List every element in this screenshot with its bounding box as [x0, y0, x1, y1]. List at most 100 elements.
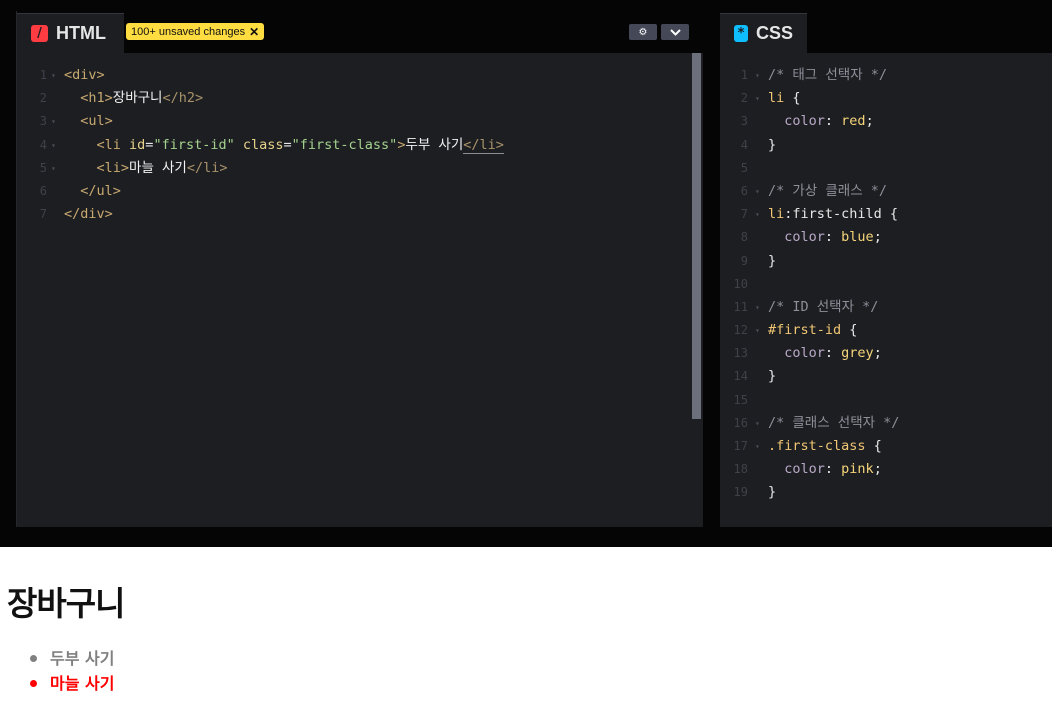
- code-line[interactable]: 2 <h1>장바구니</h2>: [17, 87, 703, 110]
- fold-arrow-icon[interactable]: ▾: [51, 64, 56, 87]
- code-token: <li: [96, 136, 130, 153]
- code-text: <li id="first-id" class="first-class">두부…: [64, 134, 504, 157]
- code-token: li: [768, 90, 785, 107]
- code-token: color: [784, 345, 825, 362]
- line-number: 1: [39, 68, 47, 82]
- collapse-panel-button[interactable]: [661, 24, 689, 40]
- line-number: 4: [740, 137, 748, 152]
- html-tab[interactable]: / HTML: [17, 13, 124, 53]
- code-token: =: [283, 136, 292, 153]
- fold-arrow-icon[interactable]: ▾: [755, 296, 760, 319]
- code-line[interactable]: 4 ▾ <li id="first-id" class="first-class"…: [17, 134, 703, 157]
- code-line[interactable]: 19}: [720, 481, 1052, 504]
- code-token: grey: [841, 345, 874, 362]
- fold-arrow-icon[interactable]: ▾: [51, 110, 56, 133]
- code-token: :: [824, 461, 842, 478]
- fold-arrow-icon[interactable]: ▾: [755, 435, 760, 458]
- resize-handle[interactable]: [0, 527, 1052, 547]
- fold-arrow-icon[interactable]: ▾: [755, 319, 760, 342]
- code-token: 두부 사기: [405, 136, 464, 153]
- code-token: </ul>: [80, 182, 121, 199]
- code-token: }: [768, 368, 777, 385]
- code-line[interactable]: 4}: [720, 134, 1052, 157]
- code-text: #first-id {: [768, 319, 857, 342]
- code-token: ;: [865, 113, 874, 130]
- code-line[interactable]: 7 ▾ li:first-child {: [720, 203, 1052, 226]
- line-number: 15: [733, 392, 748, 407]
- code-text: li:first-child {: [768, 203, 898, 226]
- fold-arrow-icon[interactable]: ▾: [51, 157, 56, 180]
- fold-arrow-icon[interactable]: ▾: [755, 87, 760, 110]
- code-token: <h1>: [80, 90, 113, 107]
- fold-arrow-icon[interactable]: ▾: [755, 180, 760, 203]
- code-text: <div>: [64, 64, 105, 87]
- code-line[interactable]: 8 color: blue;: [720, 226, 1052, 249]
- close-icon[interactable]: ✕: [249, 25, 259, 39]
- code-token: color: [784, 461, 825, 478]
- line-number: 5: [740, 160, 748, 175]
- line-number: 14: [733, 369, 748, 384]
- code-text: /* 태그 선택자 */: [768, 64, 887, 87]
- editor-area: / HTML 100+ unsaved changes ✕ ⚙ 1 ▾ <div> 2…: [0, 0, 1052, 547]
- code-line[interactable]: 9}: [720, 250, 1052, 273]
- code-token: <li>: [96, 159, 130, 176]
- code-line[interactable]: 10: [720, 273, 1052, 296]
- code-line[interactable]: 3 ▾ <ul>: [17, 110, 703, 133]
- code-token: :: [824, 345, 842, 362]
- code-text: color: pink;: [768, 458, 882, 481]
- css-logo-icon: *: [734, 25, 748, 42]
- code-line[interactable]: 11 ▾ /* ID 선택자 */: [720, 296, 1052, 319]
- code-line[interactable]: 5: [720, 157, 1052, 180]
- code-line[interactable]: 17 ▾ .first-class {: [720, 435, 1052, 458]
- code-line[interactable]: 6 </ul>: [17, 180, 703, 203]
- fold-arrow-icon[interactable]: ▾: [755, 64, 760, 87]
- code-token: {: [841, 322, 858, 339]
- bullet-icon: [30, 655, 37, 662]
- css-code-area[interactable]: 1 ▾/* 태그 선택자 */2 ▾ li {3 color: red; 4} 5 6 ▾/*…: [720, 64, 1052, 527]
- code-line[interactable]: 16 ▾ /* 클래스 선택자 */: [720, 412, 1052, 435]
- code-line[interactable]: 15: [720, 389, 1052, 412]
- code-token: li: [768, 206, 785, 223]
- code-text: li {: [768, 87, 801, 110]
- code-line[interactable]: 5 ▾ <li>마늘 사기</li>: [17, 157, 703, 180]
- code-line[interactable]: 14}: [720, 365, 1052, 388]
- code-token: 마늘 사기: [129, 159, 187, 176]
- fold-arrow-icon[interactable]: ▾: [755, 203, 760, 226]
- unsaved-changes-badge[interactable]: 100+ unsaved changes ✕: [126, 23, 265, 40]
- code-token: </li>: [463, 136, 504, 154]
- code-token: :: [824, 113, 842, 130]
- code-token: /* 태그 선택자 */: [768, 67, 887, 83]
- fold-arrow-icon[interactable]: ▾: [755, 412, 760, 435]
- code-line[interactable]: 6 ▾ /* 가상 클래스 */: [720, 180, 1052, 203]
- code-line[interactable]: 12 ▾ #first-id {: [720, 319, 1052, 342]
- code-text: <li>마늘 사기</li>: [64, 157, 228, 180]
- line-number: 17: [733, 439, 748, 453]
- css-tab[interactable]: * CSS: [720, 13, 807, 53]
- line-number: 12: [733, 323, 748, 338]
- code-text: }: [768, 250, 776, 273]
- settings-button[interactable]: ⚙: [629, 24, 657, 40]
- code-line[interactable]: 18 color: pink;: [720, 458, 1052, 481]
- code-token: "first-id": [153, 136, 235, 153]
- code-line[interactable]: 7 </div>: [17, 203, 703, 226]
- code-text: .first-class {: [768, 435, 882, 458]
- line-number: 10: [733, 276, 748, 291]
- preview-list-item: 두부 사기: [27, 646, 114, 671]
- css-tab-label: CSS: [755, 23, 793, 43]
- line-number: 2: [39, 91, 47, 106]
- line-number: 3: [39, 114, 47, 129]
- line-number: 11: [733, 299, 748, 314]
- code-line[interactable]: 1 ▾ /* 태그 선택자 */: [720, 64, 1052, 87]
- html-code-area[interactable]: 1 ▾ <div> 2 <h1>장바구니</h2> 3 ▾ <ul> 4 ▾ <li id="…: [17, 64, 703, 527]
- code-line[interactable]: 2 ▾ li {: [720, 87, 1052, 110]
- html-scrollbar[interactable]: [692, 53, 701, 419]
- fold-arrow-icon[interactable]: ▾: [51, 134, 56, 157]
- code-text: color: grey;: [768, 342, 882, 365]
- code-token: /* 가상 클래스 */: [768, 182, 887, 199]
- code-line[interactable]: 1 ▾ <div>: [17, 64, 703, 87]
- code-line[interactable]: 13 color: grey;: [720, 342, 1052, 365]
- unsaved-changes-text: 100+ unsaved changes: [131, 25, 246, 38]
- code-line[interactable]: 3 color: red;: [720, 110, 1052, 133]
